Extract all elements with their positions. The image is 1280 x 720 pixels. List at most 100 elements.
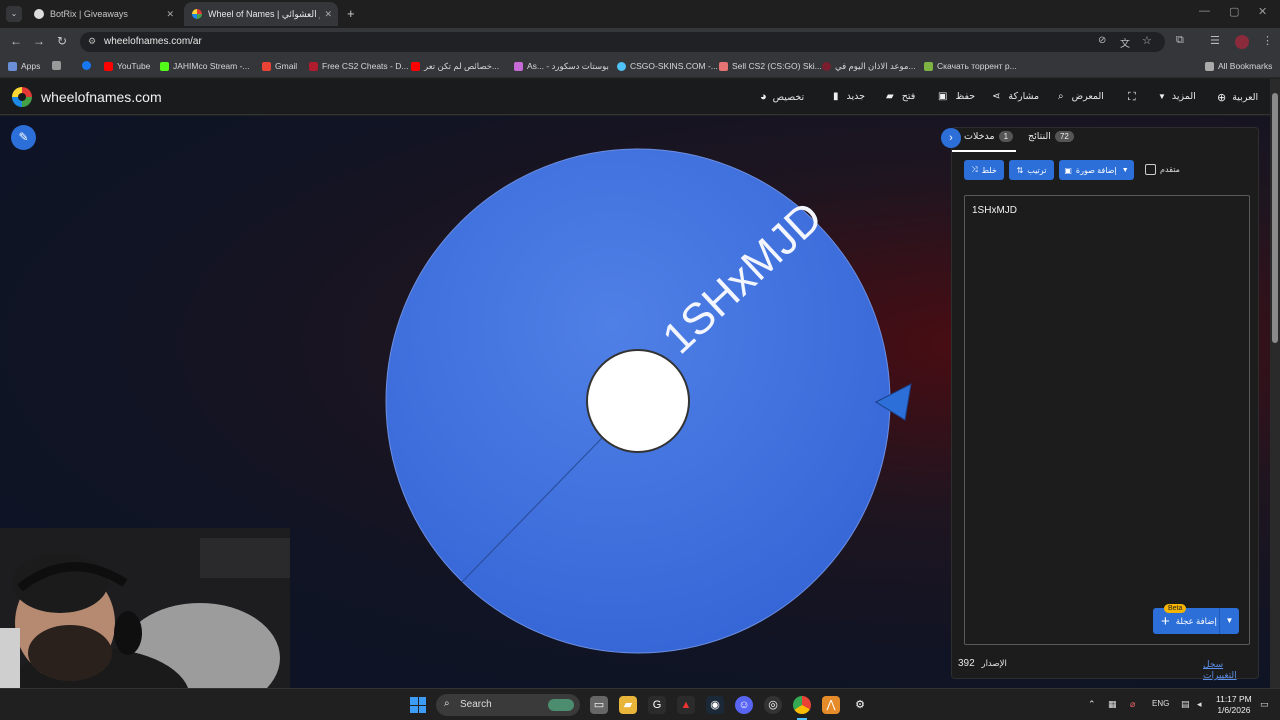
add-image-button[interactable]: ▣ إضافة صورة ▼ xyxy=(1059,160,1134,180)
edit-pencil-button[interactable]: ✎ xyxy=(11,125,36,150)
chrome-icon[interactable] xyxy=(793,696,811,714)
minimize-icon[interactable]: — xyxy=(1199,5,1210,17)
browser-tab-wheel-of-names[interactable]: Wheel of Names | اسم العشوائي ✕ xyxy=(184,2,338,26)
botrix-favicon-icon xyxy=(34,9,44,19)
translate-icon[interactable]: 文 xyxy=(1120,35,1130,50)
eye-off-icon[interactable]: ⊘ xyxy=(1098,35,1106,46)
close-tab-icon[interactable]: ✕ xyxy=(324,9,332,20)
bookmark-discord-posts[interactable]: As... - بوستات دسكورد xyxy=(514,61,609,72)
windows-start-icon[interactable] xyxy=(410,697,426,713)
all-bookmarks[interactable]: All Bookmarks xyxy=(1205,61,1272,71)
tray-app-icon[interactable]: ▦ xyxy=(1108,699,1117,710)
system-clock[interactable]: 11:17 PM 1/6/2026 xyxy=(1216,694,1252,716)
close-tab-icon[interactable]: ✕ xyxy=(166,9,174,20)
bookmark-prayer-times[interactable]: موعد الاذان اليوم في... xyxy=(822,61,916,72)
steam-icon[interactable]: ◉ xyxy=(706,696,724,714)
menu-new[interactable]: ▮ جديد xyxy=(833,91,865,102)
bookmark-cs2-cheats[interactable]: Free CS2 Cheats - D... xyxy=(309,61,408,71)
menu-customize[interactable]: ◕ تخصيص xyxy=(760,91,804,103)
wheel-favicon-icon xyxy=(192,9,202,19)
new-tab-button[interactable]: + xyxy=(347,6,355,21)
image-icon: ▣ xyxy=(1064,165,1072,175)
tool-icon[interactable]: ⋀ xyxy=(822,696,840,714)
menu-open[interactable]: ▰ فتح xyxy=(886,91,915,102)
changelog-link[interactable]: سجل التغييرات xyxy=(1203,659,1258,681)
bookmark-facebook[interactable] xyxy=(82,61,95,70)
entry-text[interactable]: 1SHxMJD xyxy=(972,205,1017,216)
forward-arrow-icon[interactable]: → xyxy=(33,34,45,48)
reload-icon[interactable]: ↻ xyxy=(57,34,67,48)
kick-icon xyxy=(160,61,169,71)
back-arrow-icon[interactable]: ← xyxy=(10,34,22,48)
extensions-icon[interactable]: ⧉ xyxy=(1176,34,1184,47)
adobe-icon[interactable]: ▲ xyxy=(677,696,695,714)
bookmark-csgo-skins[interactable]: CSGO-SKINS.COM -... xyxy=(617,61,718,71)
obs-icon[interactable]: ◎ xyxy=(764,696,782,714)
window-close-icon[interactable]: ✕ xyxy=(1258,5,1267,18)
menu-language[interactable]: ⊕ العربية xyxy=(1217,91,1258,104)
bookmark-gmail[interactable]: Gmail xyxy=(262,61,297,71)
search-highlight-icon xyxy=(548,699,574,711)
language-indicator[interactable]: ENG xyxy=(1152,699,1169,708)
chevron-down-icon: ▼ xyxy=(1121,166,1129,174)
shuffle-button[interactable]: ⤨ خلط xyxy=(964,160,1004,180)
entries-textarea[interactable]: 1SHxMJD + إضافة عجلة ▼ Beta xyxy=(964,195,1250,645)
network-icon[interactable]: ▤ xyxy=(1181,699,1190,710)
url-text[interactable]: wheelofnames.com/ar xyxy=(104,36,202,47)
bookmark-youtube-arabic[interactable]: خصائص لم تكن تعر... xyxy=(411,61,499,72)
menu-gallery[interactable]: ⌕ المعرض xyxy=(1058,91,1104,102)
bookmark-apps[interactable]: Apps xyxy=(8,61,40,71)
settings-gear-icon[interactable]: ⚙ xyxy=(851,696,869,714)
profile-avatar[interactable] xyxy=(1235,35,1249,49)
sort-button[interactable]: ⇅ ترتيب xyxy=(1009,160,1054,180)
folder-icon[interactable]: ▰ xyxy=(619,696,637,714)
address-bar[interactable]: ⚙ wheelofnames.com/ar ⊘ 文 ☆ xyxy=(80,32,1165,52)
taskbar-search[interactable]: ⌕ Search xyxy=(436,694,580,716)
tab-search-button[interactable]: ⌄ xyxy=(6,6,22,22)
entries-count-badge: 1 xyxy=(998,131,1014,142)
bookmark-youtube[interactable]: YouTube xyxy=(104,61,150,71)
menu-save[interactable]: ▣ حفظ xyxy=(938,91,975,102)
new-file-icon: ▮ xyxy=(833,91,839,102)
bookmark-torrent[interactable]: Скачать торрент р... xyxy=(924,61,1017,71)
reading-list-icon[interactable]: ☰ xyxy=(1210,34,1220,47)
folder-open-icon: ▰ xyxy=(886,91,894,102)
wheelofnames-logo-icon[interactable] xyxy=(12,87,32,107)
fullscreen-icon: ⛶ xyxy=(1128,91,1136,103)
browser-tab-strip: ⌄ BotRix | Giveaways ✕ Wheel of Names | … xyxy=(0,0,1280,28)
scrollbar-thumb[interactable] xyxy=(1272,93,1278,343)
advanced-label: متقدم xyxy=(1160,165,1180,174)
bookmark-sell-cs2[interactable]: Sell CS2 (CS:GO) Ski... xyxy=(719,61,822,71)
facebook-icon xyxy=(82,61,91,70)
tab-entries[interactable]: مدخلات 1 xyxy=(964,131,1017,142)
site-info-icon[interactable]: ⚙ xyxy=(88,36,96,47)
chrome-menu-icon[interactable]: ⋮ xyxy=(1262,34,1273,47)
menu-more[interactable]: ▼ المزيد xyxy=(1158,91,1196,102)
wheel-center-button[interactable] xyxy=(586,349,690,453)
chevron-down-icon[interactable]: ▼ xyxy=(1219,608,1239,634)
search-icon: ⌕ xyxy=(1058,91,1064,102)
advanced-checkbox[interactable] xyxy=(1145,164,1156,175)
g-hub-icon[interactable]: G xyxy=(648,696,666,714)
microphone-icon[interactable]: ⌀ xyxy=(1130,699,1135,710)
discord-icon[interactable]: ☺ xyxy=(735,696,753,714)
bookmark-jahimco[interactable]: JAHIMco Stream -... xyxy=(160,61,250,71)
wheel[interactable]: 1SHxMJD xyxy=(380,142,920,662)
chevron-right-icon: › xyxy=(949,132,953,144)
page-scrollbar[interactable] xyxy=(1270,79,1280,688)
browser-tab-botrix[interactable]: BotRix | Giveaways ✕ xyxy=(26,2,180,26)
tray-overflow-icon[interactable]: ⌃ xyxy=(1088,699,1096,710)
site-name[interactable]: wheelofnames.com xyxy=(41,89,162,105)
bookmark-star-icon[interactable]: ☆ xyxy=(1142,34,1152,47)
volume-icon[interactable]: ◂ xyxy=(1197,699,1202,710)
tab-results[interactable]: النتائج 72 xyxy=(1028,131,1078,142)
maximize-icon[interactable]: ▢ xyxy=(1229,5,1239,18)
file-explorer-icon[interactable]: ▭ xyxy=(590,696,608,714)
menu-share[interactable]: ⋖ مشاركة xyxy=(992,91,1039,102)
notification-icon[interactable]: ▭ xyxy=(1260,699,1269,710)
collapse-panel-button[interactable]: › xyxy=(941,128,961,148)
cheats-icon xyxy=(309,61,318,71)
bookmark-grid[interactable] xyxy=(52,61,65,70)
pencil-icon: ✎ xyxy=(18,130,29,144)
fullscreen-button[interactable]: ⛶ xyxy=(1128,91,1136,104)
